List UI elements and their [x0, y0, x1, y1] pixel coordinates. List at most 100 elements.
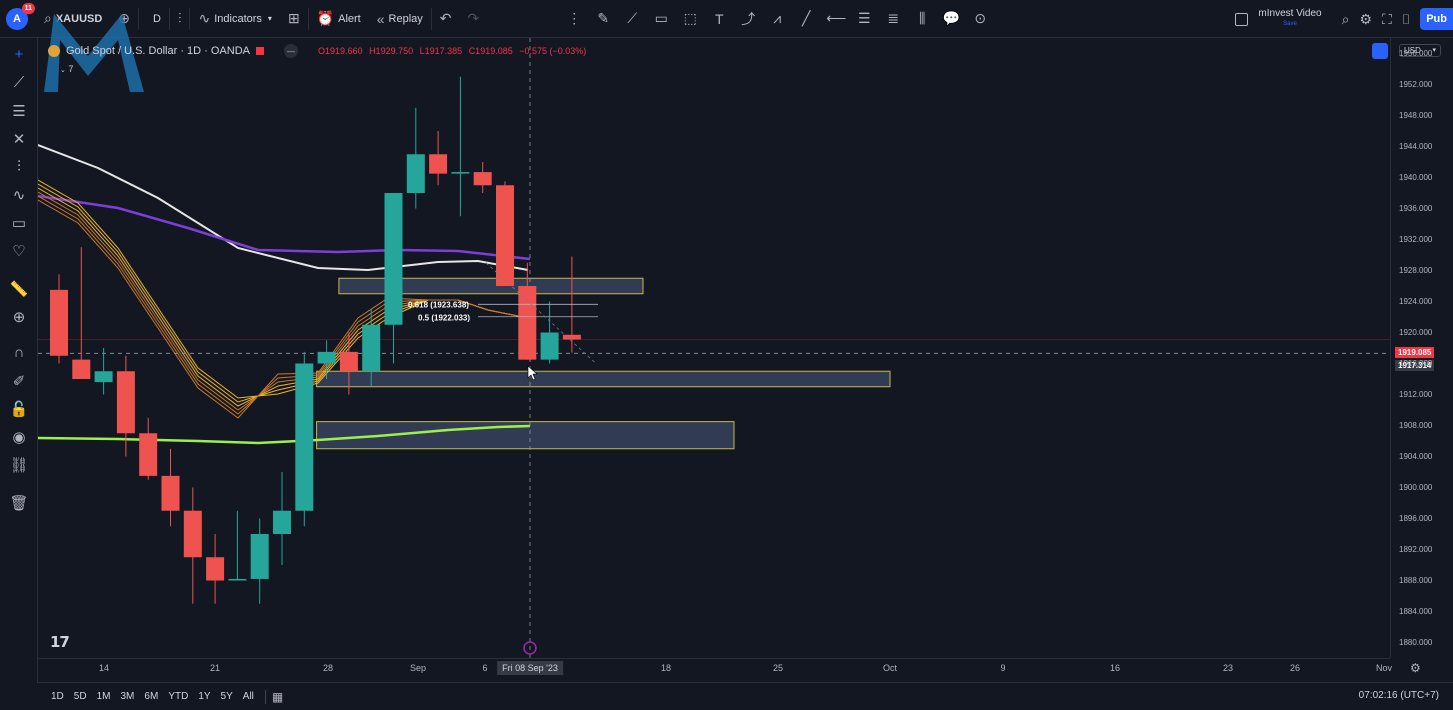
trend-line-icon[interactable]: ╱	[797, 10, 815, 27]
fib-extension-icon[interactable]: ≣	[884, 10, 902, 27]
eye-icon[interactable]: ◉	[0, 428, 38, 446]
magnet-icon[interactable]: ∩	[0, 344, 38, 361]
replay-label: Replay	[388, 12, 423, 25]
range-button-1m[interactable]: 1M	[92, 691, 116, 702]
callout-icon[interactable]: 💬	[942, 10, 960, 27]
chevron-down-icon: ▾	[267, 14, 272, 23]
pattern-tool-icon[interactable]: ✕	[0, 130, 38, 148]
layout-name-label: mInvest Video	[1258, 8, 1322, 19]
time-cursor-label: Fri 08 Sep '23	[497, 661, 563, 675]
price-chart[interactable]: 0.618 (1923.638) 0.5 (1922.033)	[38, 38, 1390, 658]
flag-icon[interactable]	[256, 47, 264, 55]
text-icon[interactable]: T	[710, 11, 728, 27]
price-tick-label: 1928.000	[1399, 265, 1433, 275]
indicators-icon: ∿	[198, 10, 211, 26]
drag-handle-icon[interactable]: ⋮	[565, 10, 583, 27]
trend-line-tool-icon[interactable]: ⟋	[0, 74, 38, 91]
zoom-icon[interactable]: ⊕	[0, 308, 38, 326]
fib-tool-icon[interactable]: ☰	[0, 102, 38, 120]
candle-body	[273, 510, 291, 534]
candle-body	[50, 289, 68, 356]
brush-tool-icon[interactable]: ∿	[0, 186, 38, 204]
indicator-count-value: 7	[68, 64, 74, 74]
lock-drawing-icon[interactable]: ✐	[0, 372, 38, 390]
candle-body	[339, 351, 358, 372]
time-tick-label: 26	[1289, 663, 1301, 673]
time-tick-label: Sep	[409, 663, 427, 673]
camera-icon[interactable]: ⌷	[1402, 11, 1410, 28]
candle-body	[94, 371, 113, 383]
redo-icon: ↷	[467, 10, 480, 26]
redo-button[interactable]: ↷	[460, 0, 488, 38]
price-tick-label: 1944.000	[1399, 141, 1433, 151]
axis-settings-icon[interactable]: ⚙	[1410, 661, 1421, 675]
cursor-target-icon[interactable]: ⊙	[971, 10, 989, 27]
undo-icon: ↶	[439, 10, 452, 26]
undo-button[interactable]: ↶	[432, 0, 460, 38]
path-icon[interactable]: ⤴	[739, 9, 757, 29]
indicators-button[interactable]: ∿ Indicators ▾	[190, 0, 279, 38]
ruler-icon[interactable]: 📏	[0, 280, 38, 298]
fullscreen-icon[interactable]: ⛶	[1382, 11, 1392, 28]
layout-checkbox[interactable]	[1235, 12, 1249, 26]
range-button-5d[interactable]: 5D	[69, 691, 92, 702]
range-button-1y[interactable]: 1Y	[193, 691, 215, 702]
time-tick-label: Oct	[882, 663, 898, 673]
time-tick-label: 25	[772, 663, 784, 673]
clock-timezone[interactable]: 07:02:16 (UTC+7)	[1359, 690, 1439, 701]
note-icon[interactable]: ▭	[652, 10, 670, 27]
replay-button[interactable]: « Replay	[369, 0, 431, 38]
candle-body	[429, 154, 448, 174]
templates-button[interactable]: ⊞	[280, 0, 308, 38]
trash-icon[interactable]: 🗑	[0, 494, 38, 512]
text-tool-icon[interactable]: ▭	[0, 214, 38, 232]
time-axis[interactable]: Nov 26 23 16 9 Oct 25 18 6 Sep 28 21 14 Fri 08 Sep '…	[38, 658, 1421, 678]
zigzag-icon[interactable]: ⩘	[768, 10, 786, 27]
gear-icon[interactable]: ⚙	[1359, 11, 1372, 28]
alarm-icon: ⏰	[316, 10, 335, 26]
rectangle-icon[interactable]: ⬚	[681, 10, 699, 27]
price-tick-label: 1940.000	[1399, 172, 1433, 182]
alert-button[interactable]: ⏰ Alert	[309, 0, 369, 38]
legend-menu-icon[interactable]: —	[284, 44, 298, 58]
user-avatar[interactable]: A 11	[6, 2, 35, 30]
candle-body	[161, 475, 180, 511]
brush-icon[interactable]: ✎	[594, 10, 612, 27]
avatar-letter: A	[13, 12, 21, 25]
chart-type-button[interactable]: ⫶	[170, 0, 190, 38]
chart-pane[interactable]: 0.618 (1923.638) 0.5 (1922.033) Gold Spot…	[38, 38, 1390, 658]
time-tick-label: 16	[1109, 663, 1121, 673]
range-button-6m[interactable]: 6M	[139, 691, 163, 702]
date-range-icon[interactable]: ▦	[272, 690, 283, 704]
range-button-all[interactable]: All	[238, 691, 259, 702]
price-tick-label: 1892.000	[1399, 544, 1433, 554]
auto-scale-button[interactable]	[1372, 43, 1388, 59]
candle-body	[384, 193, 403, 325]
fib-label-0618: 0.618 (1923.638)	[408, 300, 469, 309]
layout-name-button[interactable]: mInvest Video Save	[1258, 8, 1321, 30]
link-icon[interactable]: ⛓	[0, 456, 38, 474]
crosshair-icon[interactable]: +	[0, 46, 38, 63]
pen-icon[interactable]: ⟋	[623, 10, 641, 27]
indicator-count[interactable]: ⌄ 7	[60, 64, 73, 74]
fib-label-05: 0.5 (1922.033)	[418, 314, 470, 323]
fib-retracement-icon[interactable]: ☰	[855, 10, 873, 27]
quick-search-icon[interactable]: ⌕	[1342, 11, 1350, 28]
range-button-1d[interactable]: 1D	[46, 691, 69, 702]
publish-button[interactable]: Pub	[1420, 8, 1453, 30]
range-button-3m[interactable]: 3M	[116, 691, 140, 702]
horizontal-ray-icon[interactable]: ⟵	[826, 10, 846, 27]
chart-legend: Gold Spot / U.S. Dollar · 1D · OANDA — O…	[48, 44, 590, 58]
heart-icon[interactable]: ♡	[0, 242, 38, 260]
prediction-tool-icon[interactable]: ⫶	[0, 158, 38, 175]
position-icon[interactable]: ⫼	[913, 10, 931, 27]
price-axis[interactable]: USD ▾ 1919.085 1917.314 1956.000 1952.000…	[1390, 38, 1453, 658]
price-tick-label: 1900.000	[1399, 482, 1433, 492]
gold-symbol-icon	[48, 45, 60, 57]
price-tick-label: 1896.000	[1399, 513, 1433, 523]
notification-badge: 11	[21, 2, 35, 14]
candle-body	[206, 557, 225, 581]
range-button-ytd[interactable]: YTD	[163, 691, 193, 702]
range-button-5y[interactable]: 5Y	[216, 691, 238, 702]
lock-icon[interactable]: 🔓	[0, 400, 38, 418]
